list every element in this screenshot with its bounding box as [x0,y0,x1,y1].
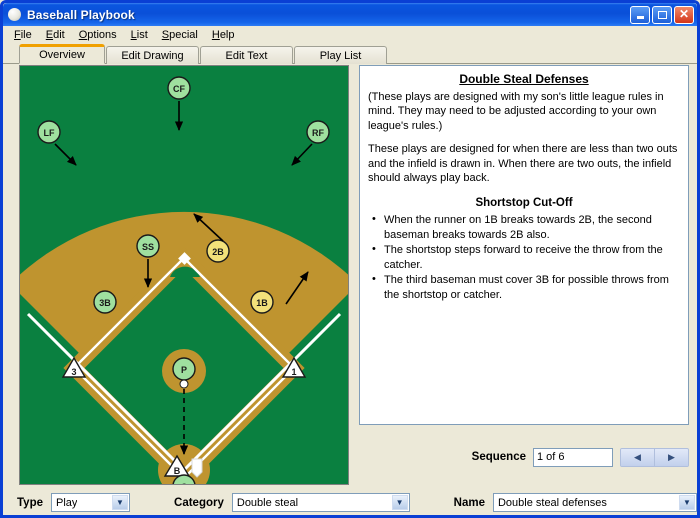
window-controls: ✕ [630,5,694,24]
maximize-button[interactable] [652,5,672,24]
tab-overview-label: Overview [39,49,85,61]
second-baseman-label: 2B [212,247,224,257]
tab-edit-text[interactable]: Edit Text [200,46,293,64]
type-value: Play [56,496,78,509]
tab-edit-drawing-label: Edit Drawing [121,49,184,62]
tab-edit-drawing[interactable]: Edit Drawing [106,46,199,64]
close-icon: ✕ [678,7,690,21]
player-third-baseman[interactable]: 3B [93,290,117,314]
player-center-fielder[interactable]: CF [167,76,191,100]
third-baseman-label: 3B [99,298,111,308]
first-baseman-label: 1B [256,298,268,308]
sequence-controls: Sequence 1 of 6 ◀ ▶ [359,446,689,468]
field-diagram-panel[interactable]: LF CF RF SS 2B 3B 1B P 3 1 B [19,65,349,485]
chevron-down-icon[interactable]: ▼ [391,495,408,510]
play-paragraph-1: (These plays are designed with my son's … [368,90,664,132]
player-right-fielder[interactable]: RF [306,120,330,144]
chevron-down-icon[interactable]: ▼ [112,495,129,510]
batter-label: B [174,466,181,476]
title-bar: Baseball Playbook ✕ [3,3,697,26]
list-item: The shortstop steps forward to receive t… [372,242,680,272]
type-select[interactable]: Play ▼ [51,493,131,512]
player-second-baseman[interactable]: 2B [206,239,230,263]
type-label: Type [17,496,43,509]
player-first-baseman[interactable]: 1B [250,290,274,314]
catcher-label: C [181,482,188,484]
first-base-label: 1 [291,367,296,377]
menu-list[interactable]: List [124,28,155,42]
menu-bar: File Edit Options List Special Help [3,26,697,43]
player-left-fielder[interactable]: LF [37,120,61,144]
name-label: Name [453,496,485,509]
play-paragraph-2: These plays are designed for when there … [368,143,678,185]
chevron-left-icon: ◀ [634,451,641,462]
list-item: The third baseman must cover 3B for poss… [372,272,680,302]
player-shortstop[interactable]: SS [136,234,160,258]
chevron-right-icon: ▶ [668,451,675,462]
minimize-button[interactable] [630,5,650,24]
menu-help[interactable]: Help [205,28,242,42]
play-bullet-list: When the runner on 1B breaks towards 2B,… [368,212,680,302]
pitcher-label: P [181,365,187,375]
window-title: Baseball Playbook [27,7,135,22]
tab-play-list[interactable]: Play List [294,46,387,64]
third-base-label: 3 [71,367,76,377]
sequence-prev-button[interactable]: ◀ [621,448,654,466]
sequence-next-button[interactable]: ▶ [654,448,688,466]
play-title: Double Steal Defenses [459,72,589,86]
chevron-down-icon[interactable]: ▼ [679,495,695,510]
sequence-nav-group: ◀ ▶ [620,447,689,467]
sequence-label: Sequence [471,451,526,463]
category-label: Category [174,496,224,509]
close-button[interactable]: ✕ [674,5,694,24]
category-select[interactable]: Double steal ▼ [231,493,410,512]
player-pitcher[interactable]: P [172,357,196,381]
tab-play-list-label: Play List [319,49,362,62]
category-value: Double steal [236,496,299,509]
list-item: When the runner on 1B breaks towards 2B,… [372,212,680,242]
application-window: Baseball Playbook ✕ File Edit Options Li… [0,0,700,518]
play-subheading: Shortstop Cut-Off [475,196,573,209]
shortstop-label: SS [142,242,154,252]
menu-edit[interactable]: Edit [39,28,72,42]
menu-file[interactable]: File [7,28,39,42]
sequence-input[interactable]: 1 of 6 [533,447,613,467]
name-select[interactable]: Double steal defenses ▼ [492,493,697,512]
baseball-field-diagram: LF CF RF SS 2B 3B 1B P 3 1 B [20,66,348,484]
minimize-icon [636,16,644,19]
tab-overview[interactable]: Overview [19,44,105,64]
maximize-icon [657,10,667,19]
play-description-panel[interactable]: Double Steal Defenses (These plays are d… [359,65,689,425]
tab-edit-text-label: Edit Text [225,49,268,62]
center-fielder-label: CF [173,84,185,94]
right-fielder-label: RF [312,128,324,138]
left-fielder-label: LF [44,128,55,138]
tab-strip: Overview Edit Drawing Edit Text Play Lis… [3,43,697,64]
baseball-icon [8,8,21,21]
menu-special[interactable]: Special [155,28,205,42]
name-value: Double steal defenses [497,496,607,509]
bottom-toolbar: Type Play ▼ Category Double steal ▼ Name… [3,490,697,515]
content-area: LF CF RF SS 2B 3B 1B P 3 1 B Double Stea… [3,64,697,515]
menu-options[interactable]: Options [72,28,124,42]
baseball-marker [179,379,189,389]
